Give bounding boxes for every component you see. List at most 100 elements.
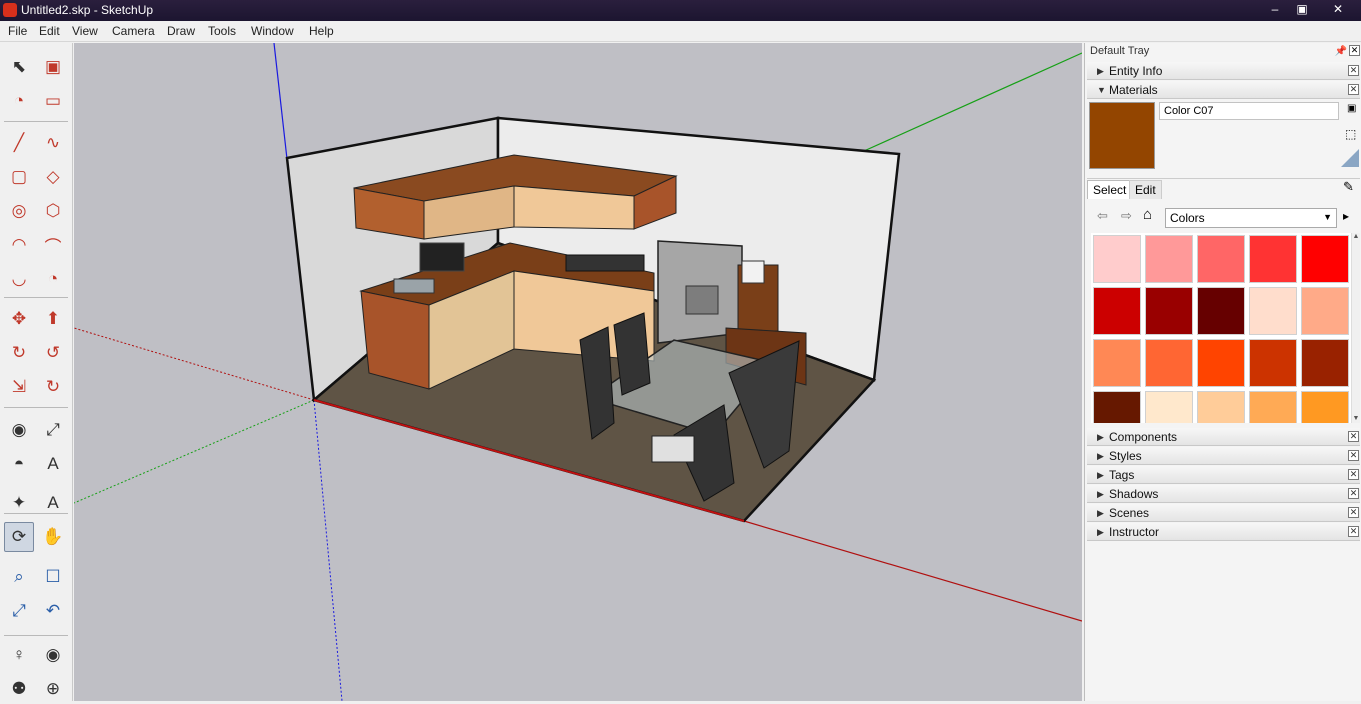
close-button[interactable]: ✕ <box>1316 1 1360 17</box>
rotate-tool-icon[interactable]: ↻ <box>4 338 34 368</box>
minimize-button[interactable]: – <box>1262 1 1288 17</box>
material-name-field[interactable]: Color C07 <box>1159 102 1339 120</box>
panel-instructor[interactable]: ▶ Instructor ✕ <box>1087 523 1360 541</box>
default-material-icon[interactable] <box>1341 149 1359 167</box>
material-swatch[interactable] <box>1145 235 1193 283</box>
text-tool-icon[interactable]: A <box>38 449 68 479</box>
material-swatch[interactable] <box>1301 287 1349 335</box>
maximize-button[interactable]: ▣ <box>1289 1 1315 17</box>
line-tool-icon[interactable]: ╱ <box>4 128 34 158</box>
scroll-down-icon[interactable]: ▼ <box>1352 415 1360 422</box>
previous-view-icon[interactable]: ↶ <box>38 596 68 626</box>
forward-arrow-icon[interactable]: ⇨ <box>1121 208 1132 224</box>
material-swatch[interactable] <box>1093 235 1141 283</box>
material-swatch[interactable] <box>1301 235 1349 283</box>
menu-window[interactable]: Window <box>251 24 294 38</box>
pie-tool-icon[interactable]: ◔ <box>38 264 68 294</box>
walk-tool-icon[interactable]: ⚉ <box>4 674 34 704</box>
rotated-rectangle-icon[interactable]: ◇ <box>38 162 68 192</box>
offset-tool-icon[interactable]: ↻ <box>38 372 68 402</box>
look-around-icon[interactable]: ◉ <box>38 640 68 670</box>
select-tool-icon[interactable]: ⬉ <box>4 52 34 82</box>
tab-edit[interactable]: Edit <box>1129 180 1162 199</box>
display-secondary-pane-icon[interactable]: ▣ <box>1347 103 1359 119</box>
material-swatch[interactable] <box>1093 287 1141 335</box>
tape-measure-icon[interactable]: ◉ <box>4 415 34 445</box>
panel-materials[interactable]: ▼ Materials ✕ <box>1087 81 1360 99</box>
library-select[interactable]: Colors ▼ <box>1165 208 1337 228</box>
material-swatch[interactable] <box>1197 287 1245 335</box>
push-pull-icon[interactable]: ⬆ <box>38 304 68 334</box>
material-swatch[interactable] <box>1301 391 1349 423</box>
two-point-arc-icon[interactable]: ⌒ <box>38 230 68 260</box>
make-component-icon[interactable]: ▣ <box>38 52 68 82</box>
pan-tool-icon[interactable]: ✋ <box>38 522 68 552</box>
section-plane-icon[interactable]: ⊕ <box>38 674 68 704</box>
arc-tool-icon[interactable]: ◠ <box>4 230 34 260</box>
panel-styles[interactable]: ▶ Styles ✕ <box>1087 447 1360 465</box>
menu-view[interactable]: View <box>72 24 98 38</box>
material-swatch[interactable] <box>1249 391 1297 423</box>
material-swatch[interactable] <box>1197 235 1245 283</box>
three-point-arc-icon[interactable]: ◡ <box>4 264 34 294</box>
material-swatch[interactable] <box>1145 339 1193 387</box>
panel-close-icon[interactable]: ✕ <box>1348 469 1359 480</box>
back-arrow-icon[interactable]: ⇦ <box>1097 208 1108 224</box>
create-material-icon[interactable]: ⬚ <box>1345 127 1356 141</box>
panel-close-icon[interactable]: ✕ <box>1348 507 1359 518</box>
panel-close-icon[interactable]: ✕ <box>1348 526 1359 537</box>
menu-file[interactable]: File <box>8 24 27 38</box>
panel-close-icon[interactable]: ✕ <box>1348 450 1359 461</box>
position-camera-icon[interactable]: ♀ <box>4 640 34 670</box>
orbit-tool-icon[interactable]: ⟳ <box>4 522 34 552</box>
circle-tool-icon[interactable]: ◎ <box>4 196 34 226</box>
freehand-tool-icon[interactable]: ∿ <box>38 128 68 158</box>
material-swatch[interactable] <box>1093 391 1141 423</box>
polygon-tool-icon[interactable]: ⬡ <box>38 196 68 226</box>
material-swatch[interactable] <box>1249 339 1297 387</box>
swatch-scrollbar[interactable]: ▲ ▼ <box>1351 233 1360 423</box>
pin-icon[interactable]: 📌 <box>1335 46 1347 57</box>
panel-close-icon[interactable]: ✕ <box>1348 431 1359 442</box>
menu-edit[interactable]: Edit <box>39 24 60 38</box>
panel-shadows[interactable]: ▶ Shadows ✕ <box>1087 485 1360 503</box>
zoom-window-icon[interactable]: ☐ <box>38 562 68 592</box>
panel-entity-info[interactable]: ▶ Entity Info ✕ <box>1087 62 1360 80</box>
scale-tool-icon[interactable]: ⇲ <box>4 372 34 402</box>
material-swatch[interactable] <box>1249 287 1297 335</box>
material-swatch[interactable] <box>1145 287 1193 335</box>
panel-close-icon[interactable]: ✕ <box>1348 488 1359 499</box>
material-swatch[interactable] <box>1249 235 1297 283</box>
rectangle-tool-icon[interactable]: ▢ <box>4 162 34 192</box>
menu-camera[interactable]: Camera <box>112 24 155 38</box>
eraser-icon[interactable]: ▭ <box>38 86 68 116</box>
panel-close-icon[interactable]: ✕ <box>1348 84 1359 95</box>
scroll-up-icon[interactable]: ▲ <box>1352 233 1360 240</box>
material-swatch[interactable] <box>1145 391 1193 423</box>
material-swatch[interactable] <box>1093 339 1141 387</box>
details-icon[interactable]: ▸ <box>1343 209 1349 223</box>
follow-me-icon[interactable]: ↺ <box>38 338 68 368</box>
menu-tools[interactable]: Tools <box>208 24 236 38</box>
home-icon[interactable]: ⌂ <box>1143 206 1152 223</box>
paint-bucket-icon[interactable]: ◔ <box>4 86 34 116</box>
sample-paint-icon[interactable]: ✎ <box>1343 179 1354 195</box>
material-swatch[interactable] <box>1301 339 1349 387</box>
panel-components[interactable]: ▶ Components ✕ <box>1087 428 1360 446</box>
move-tool-icon[interactable]: ✥ <box>4 304 34 334</box>
zoom-extents-icon[interactable]: ⤢ <box>4 596 34 626</box>
tab-select[interactable]: Select <box>1087 180 1133 199</box>
material-swatch[interactable] <box>1197 339 1245 387</box>
menu-help[interactable]: Help <box>309 24 334 38</box>
tray-close-icon[interactable]: ✕ <box>1349 45 1360 56</box>
menu-draw[interactable]: Draw <box>167 24 195 38</box>
protractor-icon[interactable]: ◓ <box>4 449 34 479</box>
panel-tags[interactable]: ▶ Tags ✕ <box>1087 466 1360 484</box>
current-material-swatch[interactable] <box>1089 102 1155 169</box>
panel-close-icon[interactable]: ✕ <box>1348 65 1359 76</box>
zoom-tool-icon[interactable]: ⌕ <box>4 562 34 592</box>
material-swatch[interactable] <box>1197 391 1245 423</box>
drawing-area[interactable] <box>74 43 1082 701</box>
dimension-tool-icon[interactable]: ⤢ <box>38 415 68 445</box>
panel-scenes[interactable]: ▶ Scenes ✕ <box>1087 504 1360 522</box>
